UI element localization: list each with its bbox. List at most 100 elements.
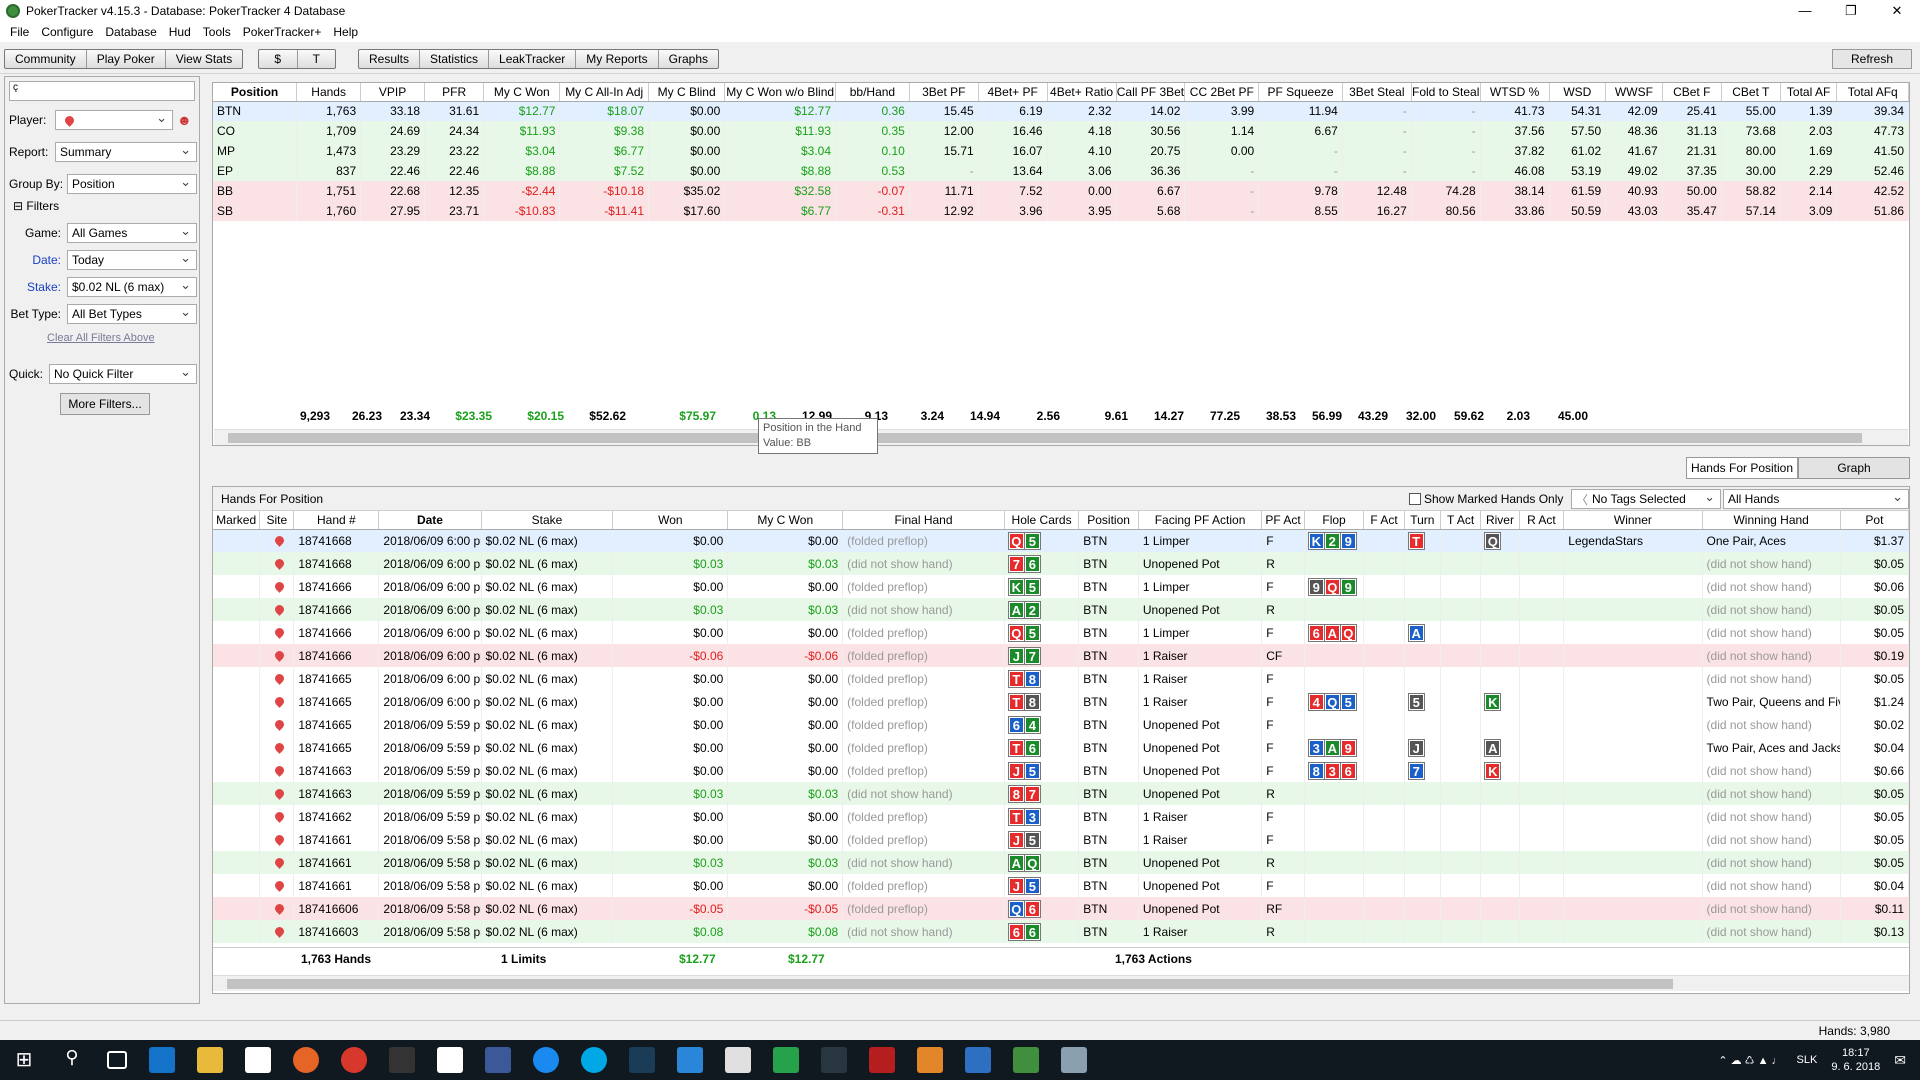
refresh-button[interactable]: Refresh xyxy=(1832,49,1912,69)
hands-col-header[interactable]: R Act xyxy=(1519,511,1565,530)
hands-col-header[interactable]: Stake xyxy=(481,511,614,530)
hands-scrollbar[interactable] xyxy=(213,975,1909,991)
show-marked-checkbox[interactable]: Show Marked Hands Only xyxy=(1409,492,1563,506)
hand-row[interactable]: 18741665 2018/06/09 6:00 pm $0.02 NL (6 ma… xyxy=(213,667,1910,690)
stats-col-header[interactable]: PF Squeeze xyxy=(1258,83,1343,102)
skype-icon[interactable] xyxy=(581,1047,607,1073)
chrome-icon[interactable] xyxy=(341,1047,367,1073)
user-icon[interactable]: ☻ xyxy=(177,112,192,128)
hand-row[interactable]: 18741665 2018/06/09 6:00 pm $0.02 NL (6 ma… xyxy=(213,690,1910,713)
hand-row[interactable]: 18741661 2018/06/09 5:58 pm $0.02 NL (6 ma… xyxy=(213,874,1910,897)
toolbar-myreports-button[interactable]: My Reports xyxy=(576,50,659,68)
stats-col-header[interactable]: Position xyxy=(213,83,298,102)
stats-col-header[interactable]: bb/Hand xyxy=(835,83,910,102)
stats-col-header[interactable]: My C All-In Adj xyxy=(559,83,649,102)
stats-col-header[interactable]: Total AFq xyxy=(1836,83,1909,102)
stats-row[interactable]: EP 837 22.46 22.46 $8.88 $7.52 $0.00 $8.88 0.53-… xyxy=(213,161,1909,181)
facebook-icon[interactable] xyxy=(485,1047,511,1073)
firefox-icon[interactable] xyxy=(293,1047,319,1073)
close-button[interactable]: ✕ xyxy=(1874,0,1920,22)
app-icon-1[interactable] xyxy=(629,1047,655,1073)
player-search-input[interactable]: ç xyxy=(9,81,195,101)
stats-col-header[interactable]: VPIP xyxy=(360,83,426,102)
stats-row[interactable]: SB 1,760 27.95 23.71 -$10.83 -$11.41 $17.60 $6.… xyxy=(213,201,1909,221)
edge-icon[interactable] xyxy=(149,1047,175,1073)
menu-configure[interactable]: Configure xyxy=(35,25,99,39)
toolbar-playpoker-button[interactable]: Play Poker xyxy=(87,50,166,68)
hands-col-header[interactable]: Winning Hand xyxy=(1702,511,1841,530)
clear-filters-link[interactable]: Clear All Filters Above xyxy=(47,332,155,344)
hands-scroll-thumb[interactable] xyxy=(227,979,1673,989)
collapse-icon[interactable]: ⊟ xyxy=(13,199,23,213)
player-select[interactable] xyxy=(55,110,173,130)
menu-help[interactable]: Help xyxy=(327,25,364,39)
pokerstars-taskbar-icon[interactable] xyxy=(869,1047,895,1073)
report-select[interactable]: Summary xyxy=(55,142,197,162)
stats-col-header[interactable]: WTSD % xyxy=(1480,83,1550,102)
hand-row[interactable]: 18741661 2018/06/09 5:58 pm $0.02 NL (6 ma… xyxy=(213,828,1910,851)
hand-row[interactable]: 18741663 2018/06/09 5:59 pm $0.02 NL (6 ma… xyxy=(213,782,1910,805)
hands-col-header[interactable]: River xyxy=(1480,511,1520,530)
hand-row[interactable]: 18741666 2018/06/09 6:00 pm $0.02 NL (6 ma… xyxy=(213,598,1910,621)
menu-tools[interactable]: Tools xyxy=(197,25,237,39)
hands-col-header[interactable]: PF Act xyxy=(1261,511,1305,530)
hand-row[interactable]: 187416606 2018/06/09 5:58 pm $0.02 NL (6 m… xyxy=(213,897,1910,920)
checkbox-icon[interactable] xyxy=(1409,493,1421,505)
tab-hands-for-position[interactable]: Hands For Position xyxy=(1686,457,1798,479)
stats-row[interactable]: BTN 1,763 33.18 31.61 $12.77 $18.07 $0.00 $12.7… xyxy=(213,101,1909,121)
allhands-select[interactable]: All Hands xyxy=(1723,489,1909,509)
stats-col-header[interactable]: WWSF xyxy=(1605,83,1663,102)
folder-icon[interactable] xyxy=(197,1047,223,1073)
hands-col-header[interactable]: Won xyxy=(612,511,729,530)
maximize-button[interactable]: ❐ xyxy=(1828,0,1874,22)
stats-row[interactable]: MP 1,473 23.29 23.22 $3.04 $6.77 $0.00 $3.04 0.1… xyxy=(213,141,1909,161)
hands-col-header[interactable]: Final Hand xyxy=(842,511,1005,530)
hand-row[interactable]: 18741668 2018/06/09 6:00 pm $0.02 NL (6 ma… xyxy=(213,552,1910,575)
hands-col-header[interactable]: T Act xyxy=(1440,511,1482,530)
hands-col-header[interactable]: Hand # xyxy=(293,511,380,530)
groupby-select[interactable]: Position xyxy=(67,174,197,194)
hands-col-header[interactable]: Pot xyxy=(1840,511,1910,530)
game-icon[interactable] xyxy=(389,1047,415,1073)
toolbar-statistics-button[interactable]: Statistics xyxy=(420,50,490,68)
stats-row[interactable]: BB 1,751 22.68 12.35 -$2.44 -$10.18 $35.02 $32.… xyxy=(213,181,1909,201)
office-icon[interactable] xyxy=(725,1047,751,1073)
app-icon-6[interactable] xyxy=(1061,1047,1087,1073)
hand-row[interactable]: 18741665 2018/06/09 5:59 pm $0.02 NL (6 ma… xyxy=(213,713,1910,736)
hand-row[interactable]: 18741666 2018/06/09 6:00 pm $0.02 NL (6 ma… xyxy=(213,575,1910,598)
stats-scroll-thumb[interactable] xyxy=(228,433,1862,443)
app-icon-2[interactable] xyxy=(677,1047,703,1073)
quick-filter-select[interactable]: No Quick Filter xyxy=(49,364,197,384)
tags-select[interactable]: 〈 No Tags Selected xyxy=(1571,489,1721,509)
hands-col-header[interactable]: F Act xyxy=(1363,511,1405,530)
stats-col-header[interactable]: CC 2Bet PF xyxy=(1184,83,1260,102)
toolbar-graphs-button[interactable]: Graphs xyxy=(659,50,718,68)
stats-col-header[interactable]: Fold to Steal xyxy=(1411,83,1481,102)
steam-icon[interactable] xyxy=(821,1047,847,1073)
stats-col-header[interactable]: 4Bet+ PF xyxy=(978,83,1048,102)
toolbar-community-button[interactable]: Community xyxy=(5,50,87,68)
hand-row[interactable]: 18741663 2018/06/09 5:59 pm $0.02 NL (6 ma… xyxy=(213,759,1910,782)
hand-row[interactable]: 18741665 2018/06/09 5:59 pm $0.02 NL (6 ma… xyxy=(213,736,1910,759)
stake-select[interactable]: $0.02 NL (6 max) xyxy=(67,277,197,297)
stats-col-header[interactable]: My C Blind xyxy=(648,83,726,102)
toolbar-t-button[interactable]: T xyxy=(298,50,336,68)
date-label[interactable]: Date: xyxy=(9,253,67,267)
stats-col-header[interactable]: WSD xyxy=(1549,83,1607,102)
search-icon[interactable]: ⚲ xyxy=(59,1047,85,1073)
toolbar-results-button[interactable]: Results xyxy=(359,50,421,68)
stats-col-header[interactable]: CBet F xyxy=(1662,83,1722,102)
stake-label[interactable]: Stake: xyxy=(9,280,67,294)
hands-col-header[interactable]: Turn xyxy=(1404,511,1441,530)
stats-col-header[interactable]: Call PF 3Bet xyxy=(1116,83,1186,102)
app-icon-5[interactable] xyxy=(965,1047,991,1073)
app-icon-4[interactable] xyxy=(917,1047,943,1073)
more-filters-button[interactable]: More Filters... xyxy=(60,393,150,415)
hands-col-header[interactable]: Hole Cards xyxy=(1004,511,1080,530)
toolbar-viewstats-button[interactable]: View Stats xyxy=(166,50,242,68)
menu-pokertracker[interactable]: PokerTracker+ xyxy=(237,25,328,39)
messenger-icon[interactable] xyxy=(533,1047,559,1073)
stats-col-header[interactable]: My C Won w/o Blind xyxy=(724,83,837,102)
hands-col-header[interactable]: Site xyxy=(259,511,295,530)
toolbar-leaktracker-button[interactable]: LeakTracker xyxy=(489,50,577,68)
